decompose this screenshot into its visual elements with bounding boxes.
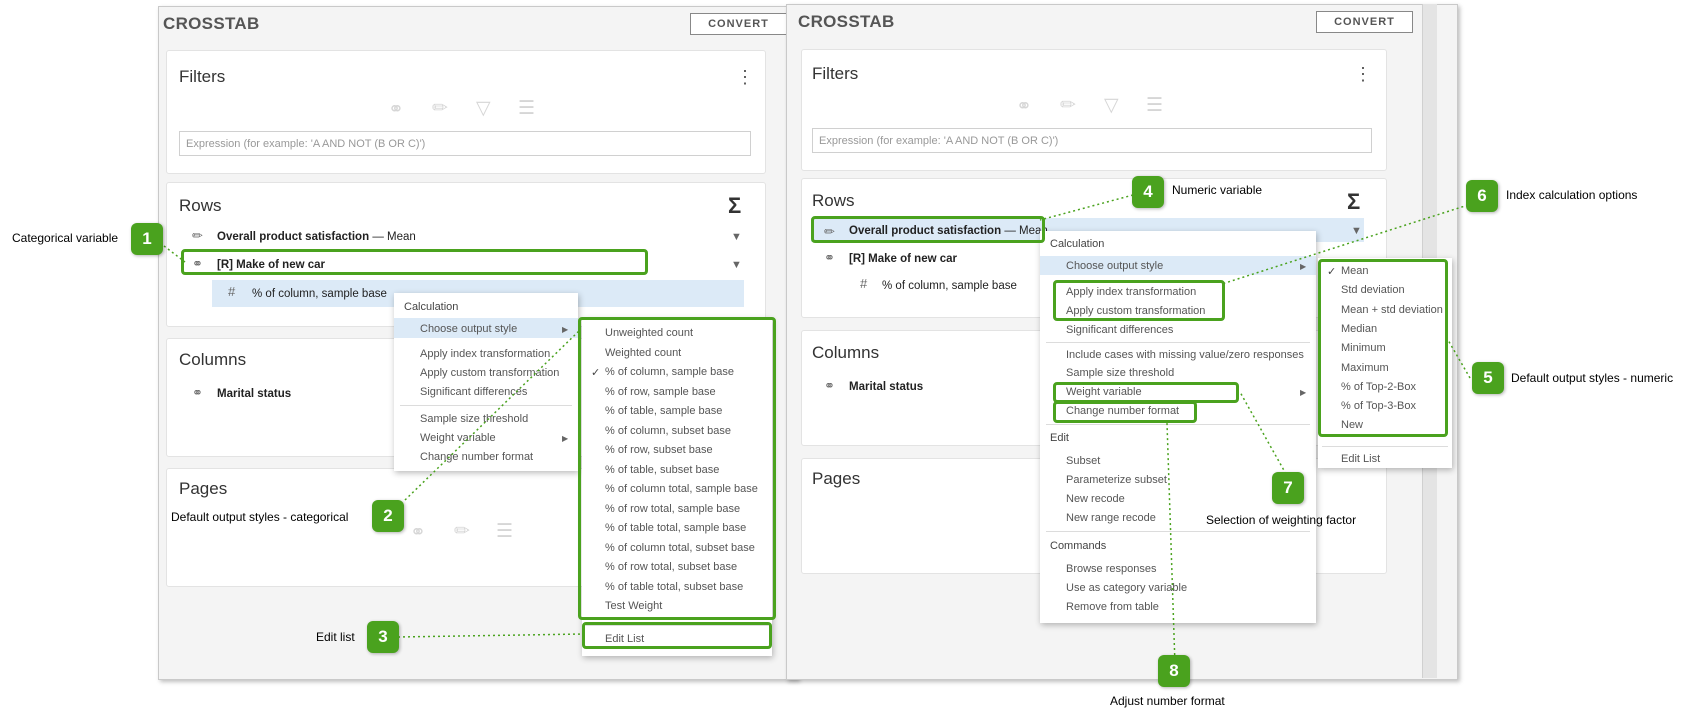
annotation-label-1: Categorical variable xyxy=(12,231,119,245)
annotation-badge-3: 3 xyxy=(367,621,399,653)
annotation-badge-2: 2 xyxy=(372,500,404,532)
annotation-badge-4: 4 xyxy=(1132,176,1164,208)
annotation-badge-6: 6 xyxy=(1466,180,1498,212)
annotation-badge-8: 8 xyxy=(1158,655,1190,687)
annotation-label-8: Adjust number format xyxy=(1110,694,1225,708)
annotation-label-7: Selection of weighting factor xyxy=(1206,513,1357,527)
annotation-label-4: Numeric variable xyxy=(1172,183,1263,197)
annotation-connectors xyxy=(163,194,1471,666)
annotation-label-5: Default output styles - numeric xyxy=(1511,371,1674,385)
annotation-label-6: Index calculation options xyxy=(1506,188,1638,202)
annotation-badge-7: 7 xyxy=(1272,472,1304,504)
annotation-label-2: Default output styles - categorical xyxy=(171,510,349,524)
annotation-label-3: Edit list xyxy=(316,630,355,644)
annotation-badge-5: 5 xyxy=(1472,362,1504,394)
annotation-badge-1: 1 xyxy=(131,223,163,255)
